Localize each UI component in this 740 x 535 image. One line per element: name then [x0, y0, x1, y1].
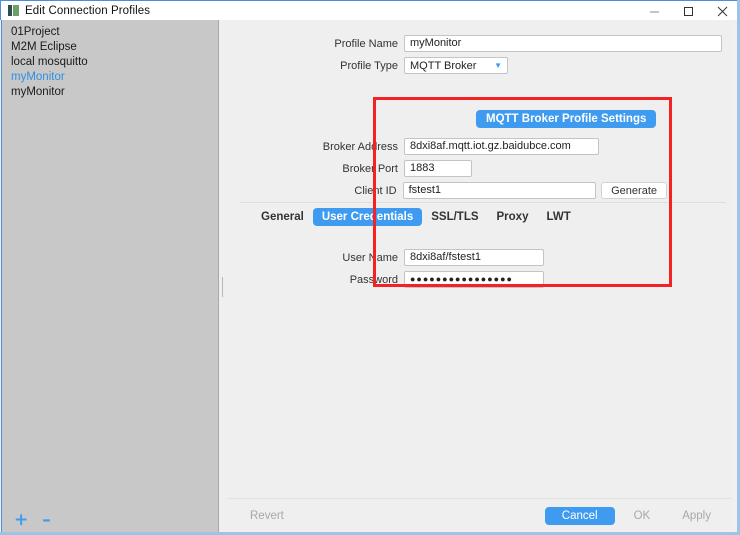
footer-button-group: Cancel OK Apply [544, 506, 724, 525]
dialog-footer: Revert Cancel OK Apply [227, 499, 732, 532]
profile-list-toolbar: + – [2, 506, 219, 534]
user-name-label: User Name [342, 251, 398, 264]
list-item[interactable]: 01Project [2, 25, 219, 40]
apply-button[interactable]: Apply [669, 507, 724, 525]
cancel-button[interactable]: Cancel [544, 506, 615, 525]
profile-type-selected-value: MQTT Broker [410, 59, 477, 72]
tab-user-credentials[interactable]: User Credentials [312, 208, 423, 226]
add-profile-icon[interactable]: + [14, 511, 28, 529]
ok-button[interactable]: OK [621, 507, 664, 525]
maximize-icon[interactable] [671, 1, 705, 21]
password-row: Password ●●●●●●●●●●●●●●●● [227, 271, 557, 288]
window-controls [637, 1, 739, 21]
profile-editor-panel: Profile Name myMonitor Profile Type MQTT… [227, 20, 732, 534]
generate-client-id-button[interactable]: Generate [601, 182, 667, 199]
broker-address-input[interactable]: 8dxi8af.mqtt.iot.gz.baidubce.com [404, 138, 599, 155]
broker-port-input[interactable]: 1883 [404, 160, 472, 177]
broker-address-label: Broker Address [322, 140, 398, 153]
client-id-row: Client ID fstest1 Generate [227, 182, 667, 199]
list-item[interactable]: local mosquitto [2, 55, 219, 70]
profile-list: 01Project M2M Eclipse local mosquitto my… [2, 20, 219, 100]
chevron-down-icon: ▼ [494, 60, 502, 70]
user-name-input[interactable]: 8dxi8af/fstest1 [404, 249, 544, 266]
user-name-row: User Name 8dxi8af/fstest1 [227, 249, 557, 266]
profile-type-label: Profile Type [340, 59, 398, 72]
profile-type-select[interactable]: MQTT Broker ▼ [404, 57, 508, 74]
profile-list-item-label: local mosquitto [11, 56, 88, 68]
profile-name-label: Profile Name [334, 37, 398, 50]
profile-list-item-label: myMonitor [11, 71, 65, 83]
profile-list-item-label: 01Project [11, 26, 60, 38]
close-icon[interactable] [705, 1, 739, 21]
password-label: Password [349, 273, 398, 286]
client-id-input[interactable]: fstest1 [402, 182, 597, 199]
revert-button[interactable]: Revert [237, 507, 297, 525]
client-id-label: Client ID [354, 184, 397, 197]
profile-name-input[interactable]: myMonitor [404, 35, 722, 52]
tab-general[interactable]: General [252, 208, 313, 226]
tab-ssl-tls[interactable]: SSL/TLS [422, 208, 487, 226]
tab-proxy[interactable]: Proxy [488, 208, 538, 226]
broker-port-row: Broker Port 1883 [227, 160, 527, 177]
tab-lwt[interactable]: LWT [537, 208, 579, 226]
section-header-mqtt-broker-settings: MQTT Broker Profile Settings [476, 110, 657, 128]
list-item[interactable]: myMonitor [2, 85, 219, 100]
profile-list-item-label: myMonitor [11, 86, 65, 98]
list-item-selected[interactable]: myMonitor [2, 70, 219, 85]
edit-connection-profiles-window: Edit Connection Profiles 01Project M2M E… [0, 0, 740, 535]
sidebar-splitter[interactable] [218, 20, 227, 534]
window-titlebar: Edit Connection Profiles [0, 0, 740, 20]
minimize-icon[interactable] [637, 1, 671, 21]
tab-divider [240, 202, 726, 203]
settings-tabs: General User Credentials SSL/TLS Proxy L… [252, 208, 580, 226]
profiles-sidebar: 01Project M2M Eclipse local mosquitto my… [1, 20, 218, 534]
password-input[interactable]: ●●●●●●●●●●●●●●●● [404, 271, 544, 288]
window-title: Edit Connection Profiles [25, 4, 151, 17]
profile-type-row: Profile Type MQTT Broker ▼ [227, 57, 527, 74]
section-header-label: MQTT Broker Profile Settings [486, 113, 647, 125]
broker-port-label: Broker Port [342, 162, 398, 175]
profile-name-row: Profile Name myMonitor [227, 35, 722, 52]
remove-profile-icon[interactable]: – [42, 511, 51, 529]
app-icon [8, 5, 19, 16]
broker-address-row: Broker Address 8dxi8af.mqtt.iot.gz.baidu… [227, 138, 607, 155]
profile-list-item-label: M2M Eclipse [11, 41, 77, 53]
list-item[interactable]: M2M Eclipse [2, 40, 219, 55]
